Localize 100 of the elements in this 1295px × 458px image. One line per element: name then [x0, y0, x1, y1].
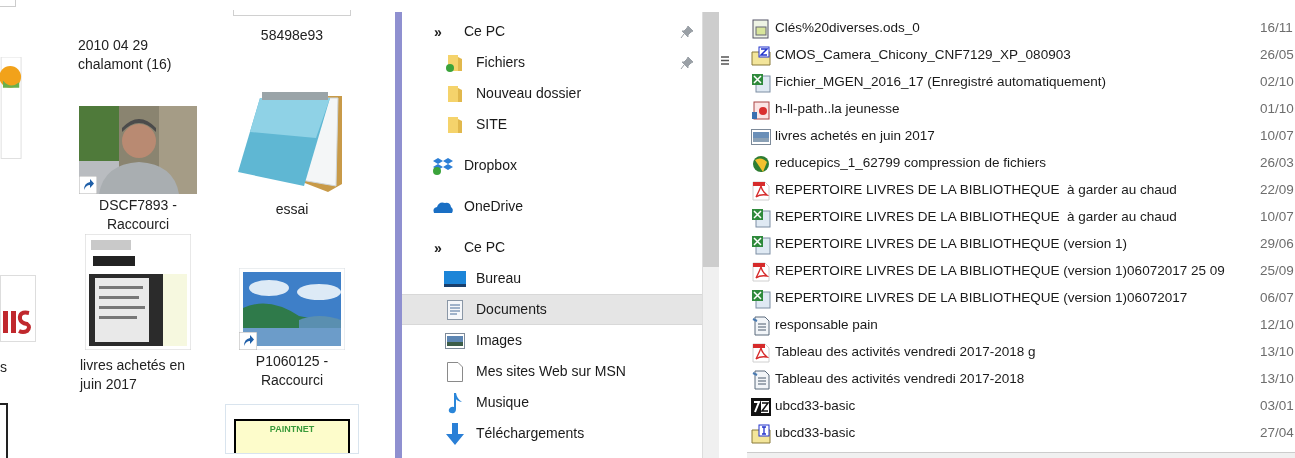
application-icon [751, 153, 771, 174]
file-date: 13/10 [1260, 343, 1294, 362]
navigation-item[interactable]: OneDrive [402, 191, 702, 222]
file-row[interactable]: livres achetés en juin 2017 10/07 [747, 123, 1295, 150]
image-icon [445, 332, 465, 349]
desktop-item-label[interactable]: livres achetés en juin 2017 [76, 356, 200, 394]
file-date: 29/06 [1260, 235, 1294, 254]
monitor-icon [444, 270, 466, 287]
file-name: responsable pain [775, 316, 879, 335]
file-row[interactable]: reducepics_1_62799 compression de fichiers 26/03 [747, 150, 1295, 177]
file-row[interactable]: Tableau des activités vendredi 2017-2018 g 13/10 [747, 339, 1295, 366]
file-date: 22/09 [1260, 181, 1294, 200]
navigation-item[interactable]: » Ce PC [402, 16, 702, 47]
desktop-item-label[interactable]: essai [230, 200, 354, 219]
navigation-label: Ce PC [464, 22, 507, 41]
navigation-label: Fichiers [476, 53, 526, 72]
music-note-icon [448, 391, 462, 414]
file-row[interactable]: REPERTOIRE LIVRES DE LA BIBLIOTHEQUE (version 1)06072017 06/07 [747, 285, 1295, 312]
excel-file-icon [751, 234, 771, 255]
zip-folder-icon [751, 45, 771, 66]
menu-icon[interactable] [721, 56, 729, 65]
file-date: 10/07 [1260, 127, 1294, 146]
navigation-item[interactable]: Musique [402, 387, 702, 418]
navigation-label: Dropbox [464, 156, 518, 175]
spreadsheet-icon [752, 18, 770, 39]
file-row[interactable]: REPERTOIRE LIVRES DE LA BIBLIOTHEQUE à garder au chaud 22/09 [747, 177, 1295, 204]
text-document-icon [752, 315, 770, 336]
shortcut-arrow-icon [239, 332, 257, 350]
desktop-item-label[interactable]: s [0, 358, 26, 378]
file-name: ubcd33-basic [775, 397, 857, 416]
file-row[interactable]: Tableau des activités vendredi 2017-2018 13/10 [747, 366, 1295, 393]
file-name: CMOS_Camera_Chicony_CNF7129_XP_080903 [775, 46, 1072, 65]
blank-page-icon [447, 361, 463, 382]
navigation-item[interactable]: Fichiers [402, 47, 702, 78]
file-name: ubcd33-basic [775, 424, 857, 443]
file-name: Fichier_MGEN_2016_17 (Enregistré automatiquement) [775, 73, 1107, 92]
file-row[interactable]: Fichier_MGEN_2016_17 (Enregistré automatiquement) 02/10 [747, 69, 1295, 96]
navigation-item[interactable]: SITE [402, 109, 702, 140]
archive-icon [751, 397, 771, 416]
file-name: Tableau des activités vendredi 2017-2018 g [775, 343, 1037, 362]
file-name: REPERTOIRE LIVRES DE LA BIBLIOTHEQUE (version 1)06072017 [775, 289, 1189, 308]
file-date: 06/07 [1260, 289, 1294, 308]
navigation-item[interactable]: » Ce PC [402, 232, 702, 263]
file-row[interactable]: CMOS_Camera_Chicony_CNF7129_XP_080903 26/05 [747, 42, 1295, 69]
pin-icon[interactable] [680, 24, 694, 39]
document-icon [447, 299, 463, 320]
thumbnail-caption: PAINTNET [269, 423, 315, 436]
navigation-label: Musique [476, 393, 530, 412]
scrollbar[interactable] [702, 12, 719, 458]
pin-icon[interactable] [680, 55, 694, 70]
file-name: REPERTOIRE LIVRES DE LA BIBLIOTHEQUE (version 1) [775, 235, 1129, 254]
file-date: 01/10 [1260, 100, 1294, 119]
file-row[interactable]: responsable pain 12/10 [747, 312, 1295, 339]
download-arrow-icon [446, 422, 464, 445]
excel-file-icon [751, 288, 771, 309]
navigation-item[interactable]: Images [402, 325, 702, 356]
pdf-file-icon [752, 180, 770, 201]
file-row[interactable]: REPERTOIRE LIVRES DE LA BIBLIOTHEQUE à garder au chaud 10/07 [747, 204, 1295, 231]
file-name: Clés%20diverses.ods_0 [775, 19, 921, 38]
file-row[interactable]: REPERTOIRE LIVRES DE LA BIBLIOTHEQUE (version 1) 29/06 [747, 231, 1295, 258]
navigation-label: SITE [476, 115, 509, 134]
excel-file-icon [751, 207, 771, 228]
file-date: 26/03 [1260, 154, 1294, 173]
file-name: REPERTOIRE LIVRES DE LA BIBLIOTHEQUE (version 1)06072017 25 09 [775, 262, 1226, 281]
file-thumbnail[interactable] [0, 403, 8, 458]
file-row[interactable]: h-ll-path..la jeunesse 01/10 [747, 96, 1295, 123]
setup-info-icon [751, 423, 771, 444]
dropbox-icon [432, 156, 454, 175]
file-row[interactable]: Clés%20diverses.ods_0 16/11 [747, 15, 1295, 42]
desktop-item-label[interactable]: 2010 04 29 chalamont (16) [76, 36, 200, 74]
file-date: 03/01 [1260, 397, 1294, 416]
navigation-label: Ce PC [464, 238, 507, 257]
desktop-item-label[interactable]: DSCF7893 - Raccourci [76, 196, 200, 234]
navigation-label: Images [476, 331, 523, 350]
file-date: 25/09 [1260, 262, 1294, 281]
navigation-label: Mes sites Web sur MSN [476, 362, 627, 381]
navigation-item[interactable]: Documents [402, 294, 702, 325]
desktop-item-label[interactable]: 58498e93 [230, 26, 354, 45]
navigation-item[interactable]: Bureau [402, 263, 702, 294]
navigation-label: OneDrive [464, 197, 525, 216]
file-row[interactable]: REPERTOIRE LIVRES DE LA BIBLIOTHEQUE (version 1)06072017 25 09 25/09 [747, 258, 1295, 285]
folder-icon [446, 114, 464, 135]
synced-folder-icon [446, 52, 464, 73]
desktop-item-label[interactable]: P1060125 - Raccourci [230, 352, 354, 390]
navigation-item[interactable]: Nouveau dossier [402, 78, 702, 109]
chevron-icon[interactable]: » [434, 240, 452, 255]
navigation-label: Documents [476, 300, 548, 319]
pdf-file-icon [752, 342, 770, 363]
file-row[interactable]: ubcd33-basic 03/01 [747, 393, 1295, 420]
file-date: 13/10 [1260, 370, 1294, 389]
chevron-icon[interactable]: » [434, 24, 452, 39]
file-name: livres achetés en juin 2017 [775, 127, 936, 146]
pdf-file-icon [752, 261, 770, 282]
navigation-item[interactable]: Dropbox [402, 150, 702, 181]
navigation-item[interactable]: Mes sites Web sur MSN [402, 356, 702, 387]
navigation-item[interactable]: Téléchargements [402, 418, 702, 449]
file-name: h-ll-path..la jeunesse [775, 100, 901, 119]
file-date: 16/11 [1260, 19, 1293, 38]
file-name: reducepics_1_62799 compression de fichiers [775, 154, 1047, 173]
file-row[interactable]: ubcd33-basic 27/04 [747, 420, 1295, 447]
